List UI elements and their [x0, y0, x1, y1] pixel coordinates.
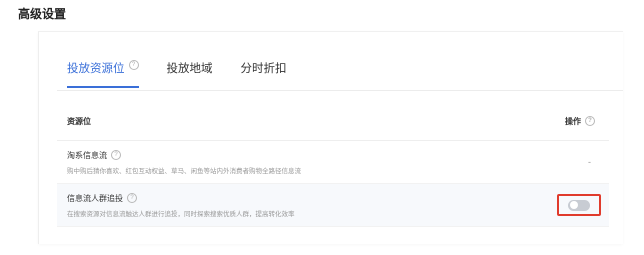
highlight-box [557, 194, 601, 216]
row-description: 购中购后猜你喜欢、红包互动权益、草马、闲鱼等站内外消费者购物全路径信息流 [67, 167, 301, 175]
table-row: 淘系信息流 ? 购中购后猜你喜欢、红包互动权益、草马、闲鱼等站内外消费者购物全路… [57, 141, 609, 184]
retarget-toggle-switch[interactable] [568, 199, 590, 211]
question-circle-icon[interactable]: ? [111, 150, 121, 160]
page-title: 高级设置 [18, 7, 67, 21]
row-description: 在搜索资源对信息流触达人群进行追投，同时探索搜索优质人群，提高转化效率 [67, 210, 295, 218]
tab-bar: 投放资源位 ? 投放地域 分时折扣 [67, 60, 623, 90]
row-name: 信息流人群追投 ? [67, 193, 295, 204]
tab-placement-region[interactable]: 投放地域 [167, 60, 213, 86]
row-operation-empty: - [588, 157, 591, 167]
column-header-operation-label: 操作 [565, 116, 581, 126]
toggle-knob [569, 201, 578, 209]
table-header: 资源位 操作 ? [57, 102, 609, 141]
question-circle-icon[interactable]: ? [127, 193, 137, 203]
table-row: 信息流人群追投 ? 在搜索资源对信息流触达人群进行追投，同时探索搜索优质人群，提… [57, 184, 609, 227]
tab-divider [57, 90, 623, 91]
row-info: 信息流人群追投 ? 在搜索资源对信息流触达人群进行追投，同时探索搜索优质人群，提… [67, 193, 295, 218]
settings-panel: 投放资源位 ? 投放地域 分时折扣 资源位 操作 ? 淘系信息流 ? 购中购后猜… [38, 31, 623, 244]
question-circle-icon[interactable]: ? [128, 60, 139, 70]
resource-table: 资源位 操作 ? 淘系信息流 ? 购中购后猜你喜欢、红包互动权益、草马、闲鱼等站… [57, 102, 609, 227]
row-name-label: 信息流人群追投 [67, 193, 123, 203]
tab-time-discount[interactable]: 分时折扣 [241, 60, 287, 86]
tab-label: 投放资源位 [67, 63, 125, 75]
row-name-label: 淘系信息流 [67, 150, 107, 160]
tab-placement-resource[interactable]: 投放资源位 ? [67, 60, 139, 88]
column-header-resource: 资源位 [67, 116, 91, 126]
column-header-operation: 操作 ? [565, 116, 595, 127]
question-circle-icon[interactable]: ? [585, 116, 595, 126]
tab-label: 分时折扣 [240, 63, 287, 75]
row-name: 淘系信息流 ? [67, 150, 301, 161]
tab-label: 投放地域 [166, 63, 213, 75]
row-info: 淘系信息流 ? 购中购后猜你喜欢、红包互动权益、草马、闲鱼等站内外消费者购物全路… [67, 150, 301, 175]
